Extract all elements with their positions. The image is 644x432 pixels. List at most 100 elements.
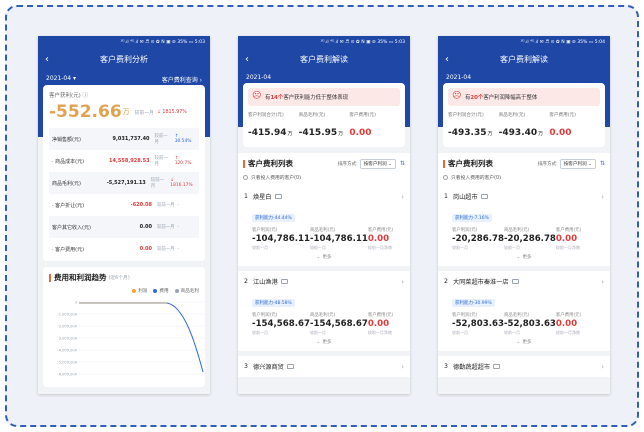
summary-metric: 商品毛利(元) -493.40万 <box>499 112 550 139</box>
list-item[interactable]: 3 德勤蔬超超市 › <box>438 356 610 377</box>
customer-name: 德勤蔬超超市 <box>452 364 491 371</box>
item-metric: 客户利润(元) -104,786.11 较前一月 <box>252 227 310 251</box>
banner-text: 客户获利能力低于整体表现 <box>283 95 349 101</box>
row-compare: 较前一月 <box>157 247 175 252</box>
page-title: 客户费利解读 <box>500 55 548 64</box>
metric-value: -415.95 <box>298 128 338 138</box>
sort-label: 排序方式: <box>537 161 558 167</box>
item-metric-compare: 较前一月 <box>309 330 326 335</box>
more-toggle[interactable]: ⌄ 更多 <box>244 254 404 260</box>
row-delta: ↑ 30.54% <box>174 134 192 144</box>
phone-screen-analysis: ³ᴳ.ıl ⁴ᴳ.ıl ✉ ♬ ⊙ ✿ N ▣ ⊘ 35% ▭ 5:03 ‹ 客… <box>38 36 210 394</box>
message-icon <box>480 194 488 199</box>
more-toggle[interactable]: ⌄ 更多 <box>244 339 404 345</box>
margin-series-line <box>166 302 204 373</box>
customer-name: 岗山超市 <box>452 194 478 201</box>
item-metric-value: -104,786.11 <box>309 234 368 244</box>
trend-subtitle: (近6个月) <box>108 276 130 281</box>
profit-list: 客户费利列表 排序方式: 按客户利润 ⌄ ⇅ 只看投入费用的客户(0) <box>438 153 610 186</box>
more-toggle[interactable]: ⌄ 更多 <box>444 254 604 260</box>
period-selector[interactable]: 2021-04 ▾ <box>46 75 76 84</box>
summary-metric: 客户利润合计(元) -493.35万 <box>448 112 499 139</box>
back-arrow-icon[interactable]: ‹ <box>245 49 249 71</box>
phone-screen-interpret-a: ³ᴳ.ıl ⁴ᴳ.ıl ✉ ♬ ⊙ ✿ N ▣ ⊘ 35% ▭ 5:03 ‹ 客… <box>238 36 410 394</box>
y-tick-label: -4,000,000 <box>57 349 77 353</box>
nav-bar: ‹ 客户费利解读 <box>438 49 610 71</box>
alert-banner[interactable]: ☹ 有 14个 客户获利能力低于整体表现 <box>248 88 400 106</box>
metric-label: 客户利润合计(元) <box>248 113 284 118</box>
row-label: · 客户费用(元) <box>52 246 85 253</box>
item-metrics: 客户利润(元) -20,286.78 较前一月 商品毛利(元) -20,286.78 较前… <box>452 227 604 251</box>
list-title-wrap: 客户费利列表 <box>243 158 293 169</box>
metric-label: 客户费用(元) <box>549 113 576 118</box>
item-header: 2 江山渔港 › <box>244 277 404 287</box>
sort-dropdown[interactable]: 按客户利润 ⌄ <box>559 158 596 169</box>
row-label: 商品毛利(元) <box>52 180 81 187</box>
item-metric-label: 客户利润(元) <box>252 228 278 233</box>
list-header: 客户费利列表 排序方式: 按客户利润 ⌄ ⇅ <box>443 158 605 169</box>
item-metrics: 客户利润(元) -104,786.11 较前一月 商品毛利(元) -104,786.11… <box>252 227 404 251</box>
row-compare: 较前一月 <box>157 203 175 208</box>
metric-unit: 万 <box>487 131 493 137</box>
sort-label: 排序方式: <box>337 161 358 167</box>
section-accent <box>443 159 445 168</box>
legend-item: 利润 <box>132 288 147 294</box>
row-value: 0.00 <box>139 224 152 230</box>
list-title: 客户费利列表 <box>248 159 293 168</box>
back-arrow-icon[interactable]: ‹ <box>45 49 49 71</box>
checkbox-icon[interactable] <box>443 175 448 180</box>
alert-banner[interactable]: ☹ 有 20个 客户利润降幅高于整体 <box>448 88 600 106</box>
sort-toggle-icon[interactable]: ⇅ <box>400 160 405 167</box>
metric-unit: 万 <box>338 131 344 137</box>
filter-checkbox-row[interactable]: 只看投入费用的客户(0) <box>243 174 405 181</box>
item-metric-value: -154,568.67 <box>309 319 368 329</box>
metric-value-row: 0.00 <box>549 120 600 139</box>
period-label: 2021-04 <box>446 74 472 81</box>
filter-checkbox-row[interactable]: 只看投入费用的客户(0) <box>443 174 605 181</box>
metric-label: 客户利润合计(元) <box>448 113 484 118</box>
message-icon <box>286 364 294 369</box>
sort-dropdown[interactable]: 按客户利润 ⌄ <box>359 158 396 169</box>
legend-label: 利润 <box>138 289 148 294</box>
item-metric: 客户费用(元) 0.00 较前一月净增 <box>368 227 404 251</box>
customer-name: 德兴源商贸 <box>252 364 284 371</box>
list-item[interactable]: 1 岗山超市 › 获利能力-7.16% 客户利润(元) -20,286.78 较前一月 商品毛… <box>438 186 610 266</box>
chevron-right-icon: › <box>401 192 404 201</box>
list-item[interactable]: 1 焕星白 › 获利能力-44.44% 客户利润(元) -104,786.11 较前一月 商品… <box>238 186 410 266</box>
message-icon <box>280 279 288 284</box>
breakdown-row: 客户其它收入(元) 0.00 较前一月 - <box>49 216 199 238</box>
chevron-right-icon: › <box>601 362 604 371</box>
query-link[interactable]: 客户费利查询 › <box>162 75 202 84</box>
trend-card: 费用和利润趋势 (近6个月) 利润 费用 商品毛利 0 -1,000,000 -2,00… <box>43 267 205 387</box>
checkbox-icon[interactable] <box>243 175 248 180</box>
back-arrow-icon[interactable]: ‹ <box>445 49 449 71</box>
metric-value: 0.00 <box>349 128 372 138</box>
item-metric-value: -52,803.63 <box>503 319 556 329</box>
y-tick-label: 0 <box>75 301 78 305</box>
item-metric-label: 客户费用(元) <box>367 228 394 233</box>
row-value: 14,558,928.53 <box>109 158 150 164</box>
item-metric: 客户费用(元) 0.00 较前一月净增 <box>556 312 604 336</box>
row-compare: 较前一月 <box>154 134 168 145</box>
breakdown-row: · 客户费用(元) 0.00 较前一月 - <box>49 238 199 260</box>
row-compare: 较前一月 <box>154 156 168 167</box>
banner-count: 14个 <box>270 95 284 101</box>
item-metric-label: 商品毛利(元) <box>503 228 530 233</box>
row-delta: - <box>177 202 180 208</box>
list-item[interactable]: 2 大同菜超市秦淮一店 › 获利能力-30.99% 客户利润(元) -52,803.63 较… <box>438 271 610 351</box>
chevron-right-icon: › <box>401 277 404 286</box>
row-delta: - <box>177 224 180 230</box>
y-tick-label: -5,000,000 <box>57 361 77 365</box>
profit-card: 客户获利(元) ⓘ -552.66 万 较前一月 ↓ 1815.97% 净销售额… <box>43 85 205 261</box>
list-item[interactable]: 2 江山渔港 › 获利能力-48.58% 客户利润(元) -154,568.67 较前一月商… <box>238 271 410 351</box>
row-delta: - <box>177 246 180 252</box>
more-label: 更多 <box>522 255 532 260</box>
item-metric-label: 客户利润(元) <box>452 228 478 233</box>
item-metric: 商品毛利(元) -104,786.11 较前一月 <box>310 227 368 251</box>
legend-item: 费用 <box>153 288 169 294</box>
more-toggle[interactable]: ⌄ 更多 <box>444 339 604 345</box>
status-bar: ³ᴳ.ıl ⁴ᴳ.ıl ✉ ♬ ⊙ ✿ N ▣ ⊘ 35% ▭ 5:04 <box>438 36 610 49</box>
chevron-right-icon: › <box>601 192 604 201</box>
list-item[interactable]: 3 德兴源商贸 › <box>238 356 410 377</box>
sort-toggle-icon[interactable]: ⇅ <box>600 160 605 167</box>
